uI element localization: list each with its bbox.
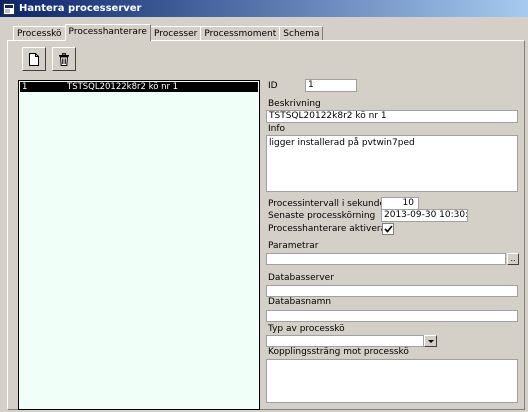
typ-select[interactable] (266, 335, 424, 347)
koppling-label: Kopplingssträng mot processkö (268, 347, 409, 357)
window-title: Hantera processerver (19, 3, 142, 14)
list-item-id: 1 (22, 82, 28, 92)
databasnamn-label: Databasnamn (268, 297, 332, 307)
tab-strip: Processkö Processhanterare Processer Pro… (13, 24, 324, 41)
beskrivning-label: Beskrivning (268, 99, 321, 109)
parametrar-field[interactable] (266, 253, 506, 265)
databasnamn-field[interactable] (266, 310, 518, 322)
info-field[interactable]: ligger installerad på pvtwin7ped (266, 135, 518, 192)
senaste-label: Senaste processkörning (268, 211, 376, 221)
processhanterare-list[interactable]: 1 TSTSQL20122k8r2 kö nr 1 (18, 80, 260, 410)
list-item[interactable]: 1 TSTSQL20122k8r2 kö nr 1 (20, 82, 258, 92)
id-field[interactable]: 1 (305, 79, 357, 92)
new-document-icon (29, 52, 39, 66)
databasserver-field[interactable] (266, 285, 518, 297)
aktiverad-label: Processhanterare aktiverad (268, 224, 392, 234)
tab-processko[interactable]: Processkö (13, 26, 66, 41)
parametrar-browse-button[interactable]: .. (507, 253, 519, 265)
typ-label: Typ av processkö (268, 324, 345, 334)
tab-schema[interactable]: Schema (279, 26, 324, 41)
delete-button[interactable] (52, 47, 76, 71)
koppling-field[interactable] (266, 359, 518, 403)
databasserver-label: Databasserver (268, 273, 334, 283)
id-label: ID (268, 81, 278, 91)
typ-dropdown-button[interactable] (424, 335, 437, 347)
beskrivning-field[interactable]: TSTSQL20122k8r2 kö nr 1 (266, 110, 518, 123)
intervall-label: Processintervall i sekunder (268, 199, 389, 209)
app-icon (3, 2, 15, 15)
tab-processer[interactable]: Processer (149, 26, 202, 41)
parametrar-label: Parametrar (268, 241, 319, 251)
chevron-down-icon (427, 339, 434, 343)
senaste-field: 2013-09-30 10:30:11 (381, 209, 468, 222)
list-item-name: TSTSQL20122k8r2 kö nr 1 (67, 82, 179, 92)
title-bar: Hantera processerver (0, 0, 528, 17)
aktiverad-checkbox[interactable] (382, 223, 394, 235)
tab-processhanterare[interactable]: Processhanterare (64, 24, 151, 41)
new-button[interactable] (22, 47, 46, 71)
trash-icon (59, 52, 69, 66)
info-label: Info (268, 124, 286, 134)
checkmark-icon (383, 225, 393, 233)
tab-processmoment[interactable]: Processmoment (200, 26, 281, 41)
